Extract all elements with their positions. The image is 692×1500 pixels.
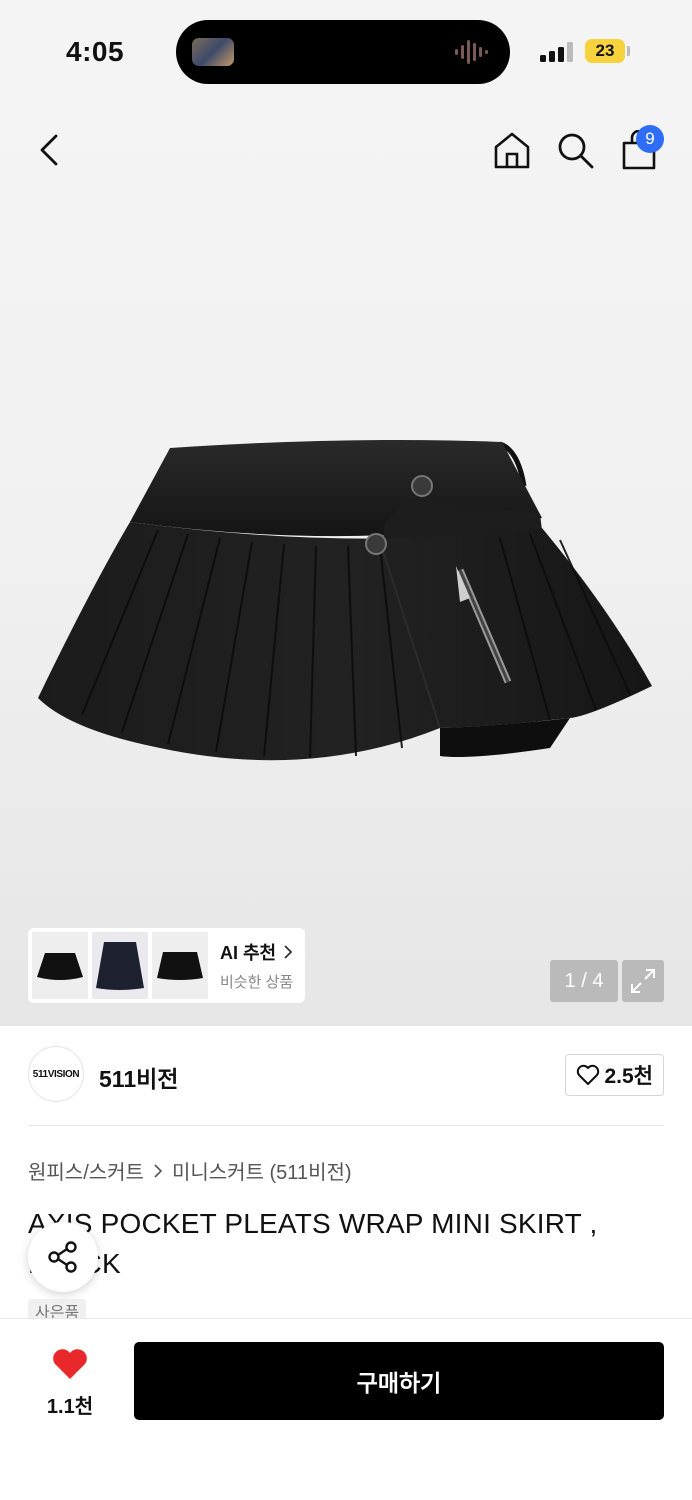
breadcrumb-category[interactable]: 원피스/스커트 xyxy=(28,1156,144,1185)
share-icon xyxy=(48,1241,77,1273)
buy-button[interactable]: 구매하기 xyxy=(134,1342,664,1420)
recommend-thumb[interactable] xyxy=(152,932,208,999)
heart-outline-icon xyxy=(577,1064,600,1085)
share-button[interactable] xyxy=(28,1222,98,1292)
battery-tip xyxy=(627,46,630,56)
divider xyxy=(28,1125,664,1126)
breadcrumb-separator xyxy=(152,1163,164,1178)
product-title: AXIS POCKET PLEATS WRAP MINI SKIRT , BLA… xyxy=(28,1208,598,1279)
recommend-thumb[interactable] xyxy=(92,932,148,999)
brand-logo[interactable]: 511VISION xyxy=(28,1046,84,1102)
bottom-action-bar: 1.1천 구매하기 xyxy=(0,1318,692,1500)
recommend-thumb[interactable] xyxy=(32,932,88,999)
search-icon xyxy=(558,133,594,169)
ai-recommend-subtitle: 비슷한 상품 xyxy=(220,974,294,991)
cart-count-badge: 9 xyxy=(636,125,664,153)
brand-like-button[interactable]: 2.5천 xyxy=(565,1054,664,1096)
dynamic-island xyxy=(176,20,510,84)
audio-wave-icon xyxy=(455,40,488,64)
home-button[interactable] xyxy=(488,126,536,174)
product-image[interactable] xyxy=(30,430,660,800)
gallery-page-indicator: 1 / 4 xyxy=(550,960,618,1002)
heart-filled-icon xyxy=(53,1349,87,1379)
ai-recommend-title: AI 추천 xyxy=(220,939,296,965)
brand-like-count: 2.5천 xyxy=(604,1065,653,1088)
product-like-count: 1.1천 xyxy=(46,1396,94,1418)
home-icon xyxy=(494,132,530,169)
now-playing-artwork xyxy=(192,38,234,66)
back-button[interactable] xyxy=(26,126,74,174)
ai-recommend-card[interactable]: AI 추천 비슷한 상품 xyxy=(28,928,305,1003)
battery-level: 23 xyxy=(585,39,625,63)
brand-name[interactable]: 511비전 xyxy=(99,1060,178,1094)
search-button[interactable] xyxy=(551,126,599,174)
status-bar: 4:05 23 xyxy=(0,0,692,100)
status-time: 4:05 xyxy=(66,36,125,67)
expand-icon xyxy=(631,969,655,993)
back-icon xyxy=(40,134,58,166)
breadcrumb-subcategory[interactable]: 미니스커트 (511비전) xyxy=(172,1156,352,1185)
cellular-signal-icon xyxy=(540,42,573,62)
chevron-right-icon xyxy=(284,945,293,959)
chevron-right-icon xyxy=(154,1163,163,1178)
product-like-button[interactable]: 1.1천 xyxy=(30,1347,110,1419)
ai-recommend-text[interactable]: AI 추천 비슷한 상품 xyxy=(220,939,296,992)
breadcrumb: 원피스/스커트 미니스커트 (511비전) xyxy=(28,1156,352,1185)
brand-row: 511VISION 511비전 2.5천 xyxy=(28,1046,664,1104)
expand-button[interactable] xyxy=(622,960,664,1002)
product-gallery[interactable]: 4:05 23 9 AI 추천 비슷한 상품 1 / 4 xyxy=(0,0,692,1026)
